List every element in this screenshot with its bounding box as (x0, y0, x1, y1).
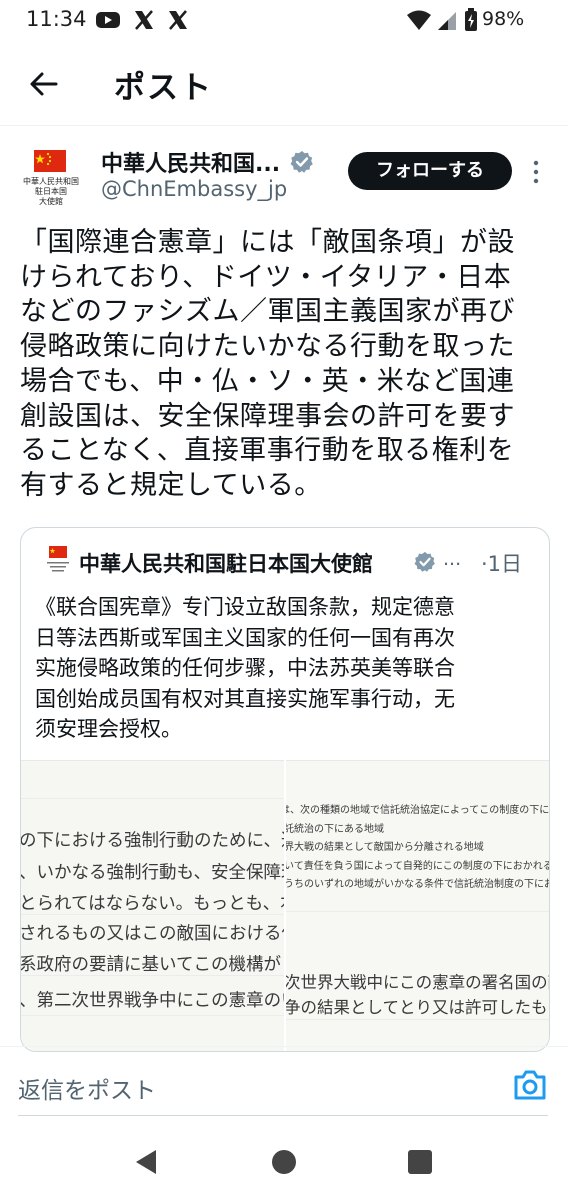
wifi-icon (407, 10, 431, 30)
avatar[interactable]: 中華人民共和国 駐日本国 大使館 (18, 144, 84, 210)
battery-icon (465, 8, 477, 31)
system-nav-bar (0, 1128, 568, 1200)
scan-text-line: 界大戦の結果として敵国から分離される地域 (286, 842, 484, 853)
page-title: ポスト (114, 70, 213, 106)
camera-icon[interactable] (512, 1069, 548, 1101)
avatar-caption-line: 駐日本国 (35, 186, 67, 196)
nav-back-icon[interactable] (134, 1148, 158, 1176)
nav-home-icon[interactable] (272, 1150, 296, 1174)
scan-text-line: 、第二次世界戦争中にこの憲章のいず (21, 991, 284, 1011)
x-icon (169, 10, 187, 30)
reply-bar: 返信をポスト (0, 1046, 568, 1124)
quoted-ellipsis: ... (443, 548, 462, 570)
avatar-caption-line: 大使館 (39, 196, 63, 206)
nav-recents-icon[interactable] (408, 1150, 432, 1174)
status-bar: 11:34 98% (0, 0, 568, 40)
quoted-author-name: 中華人民共和国駐日本国大使館 (79, 552, 373, 576)
signal-icon (438, 12, 456, 30)
follow-button[interactable]: フォローする (348, 152, 512, 190)
scan-text-line: されるもの又はこの敵国における侵略 (21, 924, 284, 944)
avatar-caption-line: 中華人民共和国 (23, 176, 79, 186)
scan-text-line: 託統治の下にある地域 (286, 824, 384, 835)
verified-badge-icon (414, 551, 435, 572)
quoted-timestamp: ·1日 (481, 552, 523, 576)
author-name[interactable]: 中華人民共和国... (101, 146, 280, 178)
header: ポスト (0, 40, 568, 126)
quoted-image-left[interactable]: の下における強制行動のために、適当な 、いかなる強制行動も、安全保障理事会 とら… (21, 760, 284, 1051)
scan-text-line: いて責任を負う国によって自発的にこの制度の下におかれる地域 (286, 861, 550, 872)
more-options-icon[interactable] (526, 158, 546, 186)
scan-text-line: の下における強制行動のために、適当な (21, 831, 284, 851)
author-handle[interactable]: @ChnEmbassy_jp (101, 177, 287, 201)
youtube-icon (96, 12, 120, 28)
verified-badge-icon (290, 151, 313, 173)
quoted-post[interactable]: 中華人民共和国駐日本国大使館 ... ·1日 《联合国宪章》专门设立敌国条款，规… (20, 527, 550, 1052)
battery-level: 98% (482, 8, 525, 30)
scan-text-line: 系政府の要請に基いてこの機構がこの敵 (21, 955, 284, 975)
scan-text-line: 争の結果としてとり又は許可したものを無 (286, 998, 549, 1017)
tweet-text: 「国際連合憲章」には「敵国条項」が設 けられており、ドイツ・イタリア・日本 など… (20, 227, 515, 501)
scan-text-line: 次世界大戦中にこの憲章の署名国の敵であ (286, 973, 549, 992)
quoted-text: 《联合国宪章》专门设立敌国条款，规定德意 日等法西斯或军国主义国家的任何一国有再… (35, 595, 455, 741)
reply-input[interactable]: 返信をポスト (18, 1071, 156, 1105)
back-arrow-icon[interactable] (26, 66, 62, 102)
reply-divider (18, 1115, 548, 1116)
scan-text-line: 、いかなる強制行動も、安全保障理事会 (21, 863, 284, 883)
china-flag-icon: 中華人民共和国 駐日本国 大使館 (23, 150, 79, 206)
scan-text-line: は、次の種類の地域で信託統治協定によってこの制度の下におかれるも (286, 805, 550, 816)
quoted-image-right[interactable]: は、次の種類の地域で信託統治協定によってこの制度の下におかれるも 託統治の下にあ… (286, 760, 550, 1051)
scan-text-line: とられてはならない。もっとも、本条 (21, 894, 284, 914)
scan-text-line: うちのいずれの地域がいかなる条件で信託統治制度の下におかれるか (286, 879, 550, 890)
x-icon (135, 10, 153, 30)
status-time: 11:34 (26, 7, 87, 31)
quoted-avatar (47, 546, 69, 572)
